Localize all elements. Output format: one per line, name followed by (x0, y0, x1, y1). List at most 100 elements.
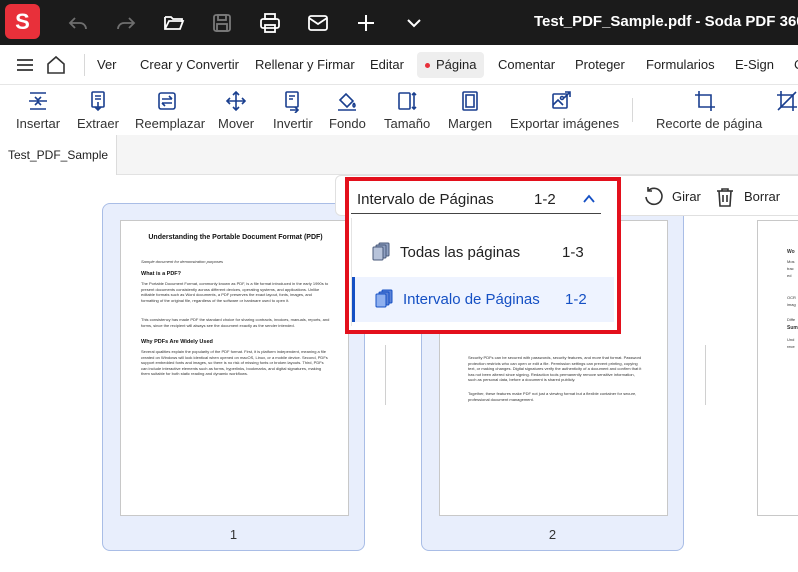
active-dot (425, 63, 430, 68)
menu-editar[interactable]: Editar (370, 57, 404, 72)
crop-page-button[interactable]: Recorte de página (656, 86, 763, 132)
export-images-button[interactable]: Exportar imágenes (510, 86, 620, 132)
pages-stack-icon (373, 288, 395, 310)
reverse-icon (280, 89, 304, 113)
page-1-subtitle: Sample document for demonstration purpos… (141, 259, 224, 264)
home-icon[interactable] (45, 54, 67, 76)
menu-ver[interactable]: Ver (97, 57, 117, 72)
insert-label: Insertar (16, 116, 61, 131)
crop-page-label: Recorte de página (656, 116, 763, 131)
move-icon (224, 89, 248, 113)
page-1-paragraph-3: Several qualities explain the popularity… (141, 349, 328, 377)
page-3-fragment: OCR (787, 295, 796, 300)
replace-label: Reemplazar (135, 116, 206, 131)
page-thumbnail-1[interactable]: Understanding the Portable Document Form… (102, 203, 365, 551)
trash-icon (714, 186, 736, 208)
reverse-button[interactable]: Invertir (273, 86, 313, 132)
page-range-options: Todas las páginas 1-3 Intervalo de Págin… (351, 218, 614, 326)
extract-button[interactable]: Extraer (76, 86, 120, 132)
menu-e-sign[interactable]: E-Sign (735, 57, 774, 72)
menu-proteger[interactable]: Proteger (575, 57, 625, 72)
background-label: Fondo (329, 116, 366, 131)
new-icon[interactable] (354, 11, 378, 35)
page-1-paragraph-2: This consistency has made PDF the standa… (141, 317, 330, 328)
size-icon (395, 89, 419, 113)
page-3-fragment: ed (787, 273, 792, 278)
page-3-fragment: Mos (787, 259, 795, 264)
option-page-range[interactable]: Intervalo de Páginas 1-2 (352, 277, 614, 322)
undo-icon[interactable] (66, 11, 90, 35)
export-images-icon (549, 89, 573, 113)
insert-icon (26, 89, 50, 113)
page-number-2: 2 (548, 527, 557, 542)
export-images-label: Exportar imágenes (510, 116, 620, 131)
menu-pagina[interactable]: Página (417, 52, 485, 78)
page-thumbnail-3[interactable]: Wo Mos trac ed OCR imag Diffe Sum Und re… (757, 220, 798, 516)
option-all-pages-label: Todas las páginas (400, 244, 521, 261)
page-1-paper: Understanding the Portable Document Form… (120, 220, 349, 516)
menu-comentar[interactable]: Comentar (498, 57, 555, 72)
hamburger-menu-icon[interactable] (14, 54, 36, 76)
app-logo[interactable]: S (5, 4, 40, 39)
margin-label: Margen (448, 116, 493, 131)
margin-button[interactable]: Margen (448, 86, 492, 132)
menu-overflow-item[interactable]: C (794, 57, 798, 72)
option-all-pages[interactable]: Todas las páginas 1-3 (352, 230, 614, 275)
extract-label: Extraer (77, 116, 119, 131)
page-range-dropdown: Intervalo de Páginas 1-2 Todas las págin… (345, 177, 621, 334)
menu-rellenar-y-firmar[interactable]: Rellenar y Firmar (255, 57, 355, 72)
save-icon[interactable] (210, 11, 234, 35)
move-button[interactable]: Mover (218, 86, 254, 132)
crop-off-icon (775, 89, 798, 113)
page-3-fragment: Wo (787, 249, 795, 255)
mail-icon[interactable] (306, 11, 330, 35)
menu-bar: Ver Crear y Convertir Rellenar y Firmar … (0, 45, 798, 85)
page-3-fragment: rece (787, 344, 795, 349)
page-1-heading-1: What is a PDF? (141, 271, 182, 277)
page-number-1: 1 (229, 527, 238, 542)
window-title: Test_PDF_Sample.pdf - Soda PDF 360 E (534, 13, 798, 30)
page-3-fragment: imag (787, 302, 796, 307)
page-divider (705, 345, 706, 405)
replace-icon (155, 89, 179, 113)
chevron-down-icon[interactable] (402, 11, 426, 35)
document-tabs: Test_PDF_Sample (0, 135, 798, 175)
rotate-icon (642, 186, 664, 208)
size-button[interactable]: Tamaño (384, 86, 430, 132)
menu-formularios[interactable]: Formularios (646, 57, 715, 72)
page-range-select-label: Intervalo de Páginas (357, 191, 494, 208)
page-1-paragraph-1: The Portable Document Format, commonly k… (141, 281, 329, 303)
option-all-pages-range: 1-3 (562, 244, 584, 261)
page-1-title: Understanding the Portable Document Form… (148, 234, 323, 241)
crop-icon (693, 89, 717, 113)
crop-off-button[interactable] (772, 86, 798, 132)
pages-stack-icon (370, 241, 392, 263)
option-page-range-range: 1-2 (565, 291, 587, 308)
option-page-range-label: Intervalo de Páginas (403, 291, 540, 308)
page-2-paragraph-2: Together, these features make PDF not ju… (468, 391, 637, 402)
open-folder-icon[interactable] (162, 11, 186, 35)
menu-divider (84, 54, 85, 76)
page-range-select[interactable]: Intervalo de Páginas 1-2 (351, 181, 601, 214)
page-3-fragment: trac (787, 266, 794, 271)
chevron-up-icon[interactable] (581, 192, 597, 206)
page-range-select-value: 1-2 (534, 191, 556, 208)
insert-button[interactable]: Insertar (16, 86, 60, 132)
title-bar: S Test_PDF_Sample.pdf - Soda PDF 360 E (0, 0, 798, 45)
redo-icon[interactable] (114, 11, 138, 35)
move-label: Mover (218, 116, 255, 131)
page-3-fragment: Diffe (787, 317, 796, 322)
print-icon[interactable] (258, 11, 282, 35)
rotate-label: Girar (672, 189, 701, 204)
background-button[interactable]: Fondo (329, 86, 366, 132)
page-1-heading-2: Why PDFs Are Widely Used (141, 339, 213, 345)
page-divider (385, 345, 386, 405)
ribbon-divider (632, 98, 633, 122)
page-2-paragraph-1: Security PDFs can be secured with passwo… (468, 355, 642, 383)
menu-crear-y-convertir[interactable]: Crear y Convertir (140, 57, 239, 72)
replace-button[interactable]: Reemplazar (135, 86, 206, 132)
app-window: S Test_PDF_Sample.pdf - Soda PDF 360 E V… (0, 0, 798, 572)
document-tab[interactable]: Test_PDF_Sample (0, 135, 117, 175)
extract-icon (86, 89, 110, 113)
delete-label: Borrar (744, 189, 781, 204)
